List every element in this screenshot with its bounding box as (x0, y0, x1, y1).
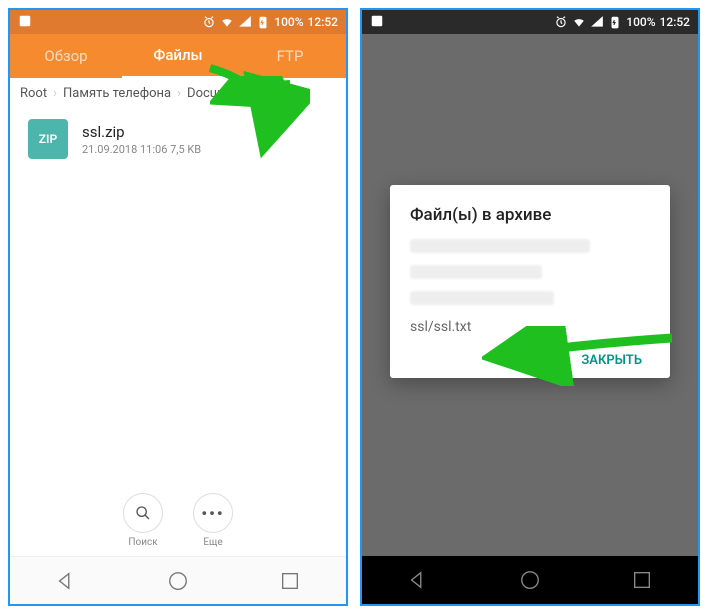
phone-left: 100% 12:52 Обзор Файлы FTP Root › Память… (8, 8, 348, 606)
file-name: ssl.zip (82, 123, 201, 141)
archive-dialog: Файл(ы) в архиве ssl/ssl.txt ЗАКРЫТЬ (390, 185, 670, 378)
alarm-icon (202, 15, 216, 29)
zip-icon: ZIP (28, 119, 68, 159)
clock: 12:52 (308, 15, 338, 29)
status-left (18, 14, 32, 31)
tab-overview[interactable]: Обзор (10, 35, 122, 77)
tab-files[interactable]: Файлы (122, 34, 234, 79)
clock: 12:52 (660, 15, 690, 29)
breadcrumb: Root › Память телефона › Document (10, 78, 346, 109)
chevron-right-icon: › (177, 86, 181, 101)
more-label: Еще (203, 537, 222, 548)
more-button[interactable]: ••• Еще (193, 493, 233, 548)
file-meta: 21.09.2018 11:06 7,5 KB (82, 143, 201, 156)
dialog-file-item[interactable]: ssl/ssl.txt (410, 319, 650, 335)
tab-bar: Обзор Файлы FTP (10, 34, 346, 78)
alarm-icon (554, 15, 568, 29)
status-left (370, 14, 384, 31)
dialog-blurred-item (410, 265, 542, 279)
search-label: Поиск (128, 537, 157, 548)
crumb-document[interactable]: Document (187, 86, 247, 101)
battery-percent: 100% (274, 15, 303, 29)
search-icon (123, 493, 163, 533)
back-icon[interactable] (55, 570, 77, 592)
nav-bar (10, 556, 346, 604)
dialog-blurred-item (410, 239, 590, 253)
status-bar: 100% 12:52 (10, 10, 346, 34)
chevron-right-icon: › (53, 86, 57, 101)
crumb-root[interactable]: Root (20, 86, 47, 101)
signal-icon (590, 15, 604, 29)
file-info: ssl.zip 21.09.2018 11:06 7,5 KB (82, 123, 201, 156)
more-icon: ••• (193, 493, 233, 533)
recents-icon[interactable] (279, 570, 301, 592)
dialog-blurred-item (410, 291, 554, 305)
battery-icon (608, 15, 622, 29)
notification-icon (18, 14, 32, 28)
status-bar: 100% 12:52 (362, 10, 698, 34)
wifi-icon (220, 15, 234, 29)
home-icon[interactable] (167, 570, 189, 592)
nav-bar (362, 556, 698, 604)
status-right: 100% 12:52 (554, 15, 690, 29)
wifi-icon (572, 15, 586, 29)
back-icon[interactable] (407, 569, 429, 591)
status-right: 100% 12:52 (202, 15, 338, 29)
dialog-actions: ЗАКРЫТЬ (410, 349, 650, 368)
file-row[interactable]: ZIP ssl.zip 21.09.2018 11:06 7,5 KB (10, 109, 346, 169)
tab-ftp[interactable]: FTP (234, 35, 346, 77)
home-icon[interactable] (519, 569, 541, 591)
battery-percent: 100% (626, 15, 655, 29)
battery-icon (256, 15, 270, 29)
close-button[interactable]: ЗАКРЫТЬ (573, 345, 650, 376)
signal-icon (238, 15, 252, 29)
dialog-title: Файл(ы) в архиве (410, 205, 650, 225)
phone-right: 100% 12:52 Файл(ы) в архиве ssl/ssl.txt … (360, 8, 700, 606)
recents-icon[interactable] (631, 569, 653, 591)
bottom-actions: Поиск ••• Еще (10, 493, 346, 548)
notification-icon (370, 14, 384, 28)
crumb-phone-memory[interactable]: Память телефона (63, 86, 171, 101)
search-button[interactable]: Поиск (123, 493, 163, 548)
